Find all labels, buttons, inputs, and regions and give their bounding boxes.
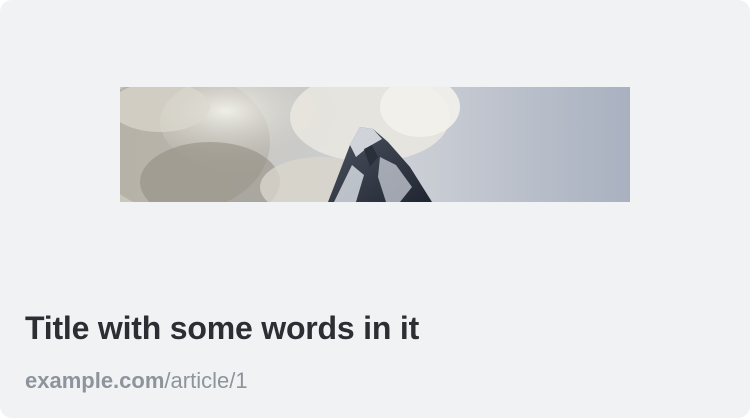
mountain-image	[120, 87, 630, 202]
preview-image	[120, 87, 630, 202]
preview-url[interactable]: example.com/article/1	[25, 368, 725, 394]
url-domain: example.com	[25, 368, 165, 393]
url-path: /article/1	[164, 368, 248, 393]
link-preview-card[interactable]: Title with some words in it example.com/…	[0, 0, 750, 418]
preview-title[interactable]: Title with some words in it	[25, 310, 725, 347]
